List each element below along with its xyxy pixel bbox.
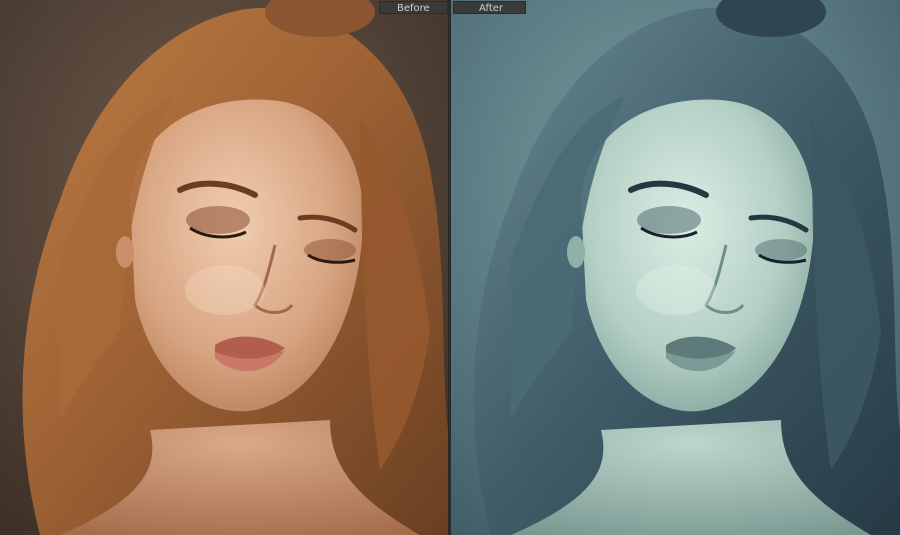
after-photo [451,0,900,535]
before-label: Before [379,1,448,14]
before-pane [0,0,448,535]
after-pane [451,0,900,535]
before-after-compare-view: Before After [0,0,900,535]
before-photo [0,0,448,535]
after-label: After [453,1,526,14]
